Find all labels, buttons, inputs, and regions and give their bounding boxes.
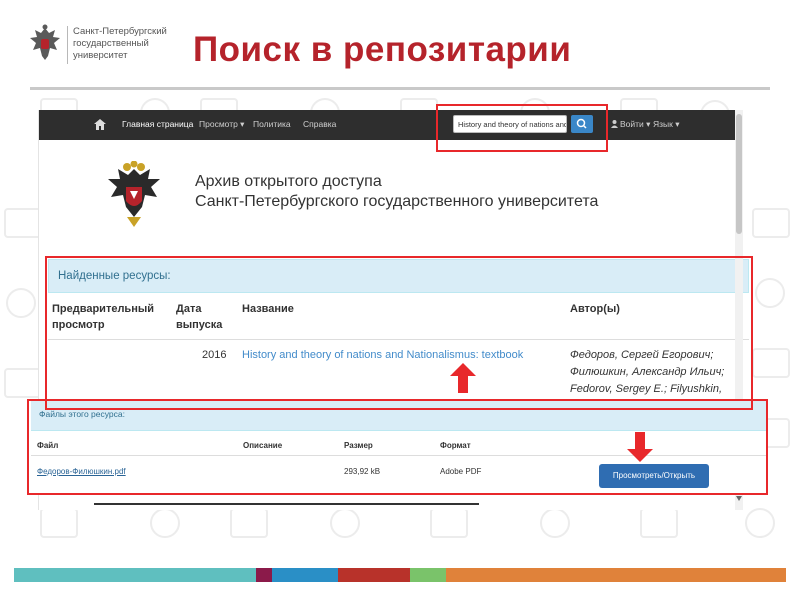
login-menu[interactable]: Войти ▾ <box>620 119 650 130</box>
arrow-down-icon <box>627 432 653 462</box>
user-icon <box>611 120 618 128</box>
arrow-up-icon <box>450 363 476 393</box>
language-menu[interactable]: Язык ▾ <box>653 119 680 130</box>
double-headed-eagle-icon <box>30 24 60 60</box>
nav-item-browse[interactable]: Просмотр ▾ <box>199 119 244 130</box>
navbar: Главная страница Просмотр ▾ Политика Спр… <box>39 110 739 140</box>
archive-title: Архив открытого доступа Санкт-Петербургс… <box>195 173 599 210</box>
footer-band-maroon <box>256 568 272 582</box>
logo-text: Санкт-Петербургский государственный унив… <box>73 26 167 61</box>
footer-band-orange <box>446 568 786 582</box>
files-bottom-rule <box>94 503 479 505</box>
nav-item-policy[interactable]: Политика <box>253 119 291 129</box>
title-divider <box>30 87 770 90</box>
scroll-down-arrow-icon[interactable] <box>736 496 742 501</box>
footer-band-teal <box>14 568 256 582</box>
files-highlight-box <box>27 399 768 495</box>
spbu-emblem-icon <box>108 161 160 227</box>
search-highlight-box <box>436 104 608 152</box>
footer-band-blue <box>272 568 338 582</box>
footer-band-red <box>338 568 410 582</box>
nav-item-home[interactable]: Главная страница <box>122 119 193 129</box>
results-highlight-box <box>45 256 753 410</box>
university-logo: Санкт-Петербургский государственный унив… <box>28 24 178 68</box>
footer-band-green <box>410 568 446 582</box>
home-icon[interactable] <box>94 119 106 130</box>
nav-item-help[interactable]: Справка <box>303 119 336 129</box>
slide-title: Поиск в репозитарии <box>193 30 572 69</box>
